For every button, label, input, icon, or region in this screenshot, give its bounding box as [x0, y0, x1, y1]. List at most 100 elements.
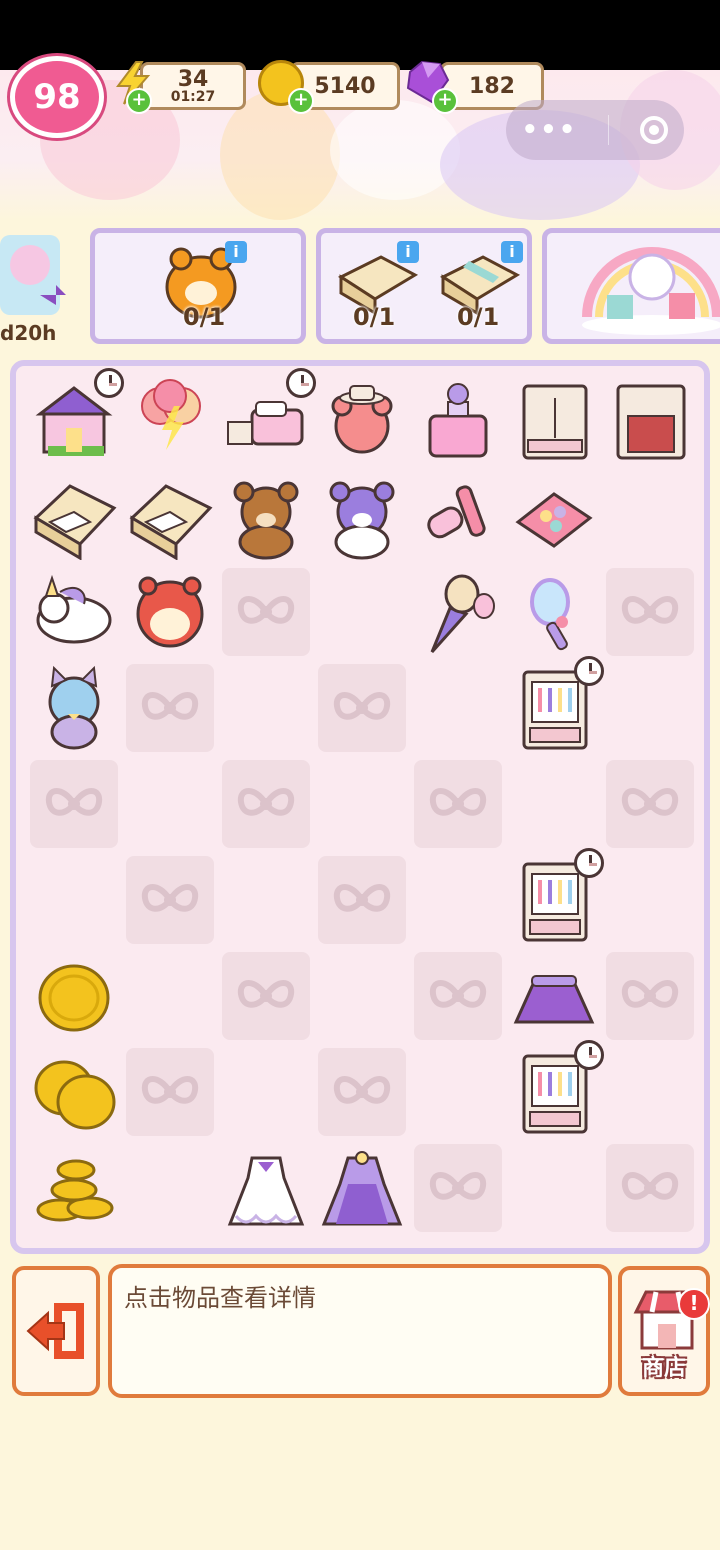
board-item[interactable]	[510, 656, 604, 752]
board-item[interactable]	[126, 472, 214, 560]
board-cell[interactable]	[318, 952, 406, 1040]
empty-board-slot[interactable]	[126, 1048, 214, 1136]
coin-icon	[38, 964, 110, 1032]
board-cell[interactable]	[318, 568, 406, 656]
bow-icon	[30, 760, 118, 848]
brown-teddy-bear-icon	[233, 481, 299, 560]
board-item[interactable]	[414, 376, 502, 464]
board-cell[interactable]	[606, 1048, 694, 1136]
board-item[interactable]	[30, 568, 118, 656]
add-gems-button[interactable]: +	[432, 88, 458, 114]
empty-board-slot[interactable]	[606, 952, 694, 1040]
purple-teddy-bear-icon	[329, 481, 395, 560]
board-item[interactable]	[126, 376, 214, 464]
board-cell[interactable]	[606, 472, 694, 560]
board-item[interactable]	[222, 1144, 310, 1232]
board-cell[interactable]	[126, 760, 214, 848]
board-item[interactable]	[30, 1144, 118, 1232]
empty-board-slot[interactable]	[606, 760, 694, 848]
event-order-card[interactable]: d20h	[0, 225, 70, 345]
board-cell[interactable]	[126, 1144, 214, 1232]
bow-icon	[606, 1144, 694, 1232]
empty-board-slot[interactable]	[606, 1144, 694, 1232]
lip-gloss-icon	[427, 485, 486, 539]
white-dress-icon	[227, 1156, 305, 1226]
empty-board-slot[interactable]	[414, 760, 502, 848]
board-item[interactable]	[414, 472, 502, 560]
order-card-1[interactable]: i 0/1	[90, 228, 306, 344]
bow-icon	[318, 1048, 406, 1136]
hamster-plush-icon	[136, 576, 204, 648]
board-item[interactable]	[30, 472, 118, 560]
board-item[interactable]	[510, 568, 598, 656]
board-item[interactable]	[510, 1040, 604, 1136]
order-card-3[interactable]	[542, 228, 720, 344]
board-item[interactable]	[318, 1144, 406, 1232]
shop-button[interactable]: 商店 !	[618, 1266, 710, 1396]
board-cell[interactable]	[222, 856, 310, 944]
info-icon[interactable]: i	[397, 241, 419, 263]
board-cell[interactable]	[414, 856, 502, 944]
empty-board-slot[interactable]	[222, 952, 310, 1040]
board-cell[interactable]	[30, 856, 118, 944]
bow-icon	[126, 664, 214, 752]
board-item[interactable]	[30, 1048, 118, 1136]
empty-board-slot[interactable]	[126, 856, 214, 944]
board-item[interactable]	[510, 472, 598, 560]
empty-board-slot[interactable]	[318, 856, 406, 944]
empty-board-slot[interactable]	[222, 760, 310, 848]
close-target-icon[interactable]	[640, 116, 669, 144]
board-item[interactable]	[606, 376, 694, 464]
order-2a-progress: 0/1	[353, 303, 396, 331]
exit-button[interactable]	[12, 1266, 100, 1396]
board-cell[interactable]	[222, 664, 310, 752]
info-icon[interactable]: i	[225, 241, 247, 263]
board-item[interactable]	[30, 664, 118, 752]
empty-board-slot[interactable]	[222, 568, 310, 656]
bow-icon	[606, 568, 694, 656]
empty-board-slot[interactable]	[606, 568, 694, 656]
timer-clock-icon	[574, 656, 604, 686]
board-cell[interactable]	[222, 1048, 310, 1136]
empty-board-slot[interactable]	[30, 760, 118, 848]
board-item[interactable]	[30, 368, 124, 464]
board-item[interactable]	[222, 472, 310, 560]
board-item[interactable]	[30, 952, 118, 1040]
board-item[interactable]	[510, 952, 598, 1040]
board-cell[interactable]	[606, 664, 694, 752]
status-bar	[0, 0, 720, 70]
coin-value: 5140	[314, 73, 376, 99]
bow-icon	[126, 1048, 214, 1136]
empty-board-slot[interactable]	[414, 1144, 502, 1232]
board-cell[interactable]	[318, 760, 406, 848]
coin-stack-icon	[36, 1159, 114, 1222]
player-level-badge[interactable]: 98	[10, 56, 104, 138]
add-energy-button[interactable]: +	[126, 88, 152, 114]
board-cell[interactable]	[126, 952, 214, 1040]
board-item[interactable]	[414, 568, 502, 656]
board-item[interactable]	[318, 376, 406, 464]
board-item[interactable]	[126, 568, 214, 656]
add-coins-button[interactable]: +	[288, 88, 314, 114]
empty-board-slot[interactable]	[414, 952, 502, 1040]
mini-program-capsule[interactable]: •••	[506, 100, 684, 160]
empty-board-slot[interactable]	[318, 664, 406, 752]
empty-board-slot[interactable]	[126, 664, 214, 752]
order-2b-progress: 0/1	[457, 303, 500, 331]
board-cell[interactable]	[414, 1048, 502, 1136]
two-coins-icon	[34, 1060, 116, 1130]
info-icon[interactable]: i	[501, 241, 523, 263]
board-item[interactable]	[510, 376, 598, 464]
empty-board-slot[interactable]	[318, 1048, 406, 1136]
board-item[interactable]	[510, 848, 604, 944]
more-icon[interactable]: •••	[522, 115, 578, 145]
board-item[interactable]	[222, 368, 316, 464]
purple-dress-icon	[321, 1151, 403, 1226]
board-cell[interactable]	[510, 760, 598, 848]
board-cell[interactable]	[510, 1144, 598, 1232]
makeup-brush-icon	[430, 574, 495, 654]
order-card-2[interactable]: i 0/1 i 0/1	[316, 228, 532, 344]
board-item[interactable]	[318, 472, 406, 560]
board-cell[interactable]	[606, 856, 694, 944]
bow-icon	[606, 952, 694, 1040]
